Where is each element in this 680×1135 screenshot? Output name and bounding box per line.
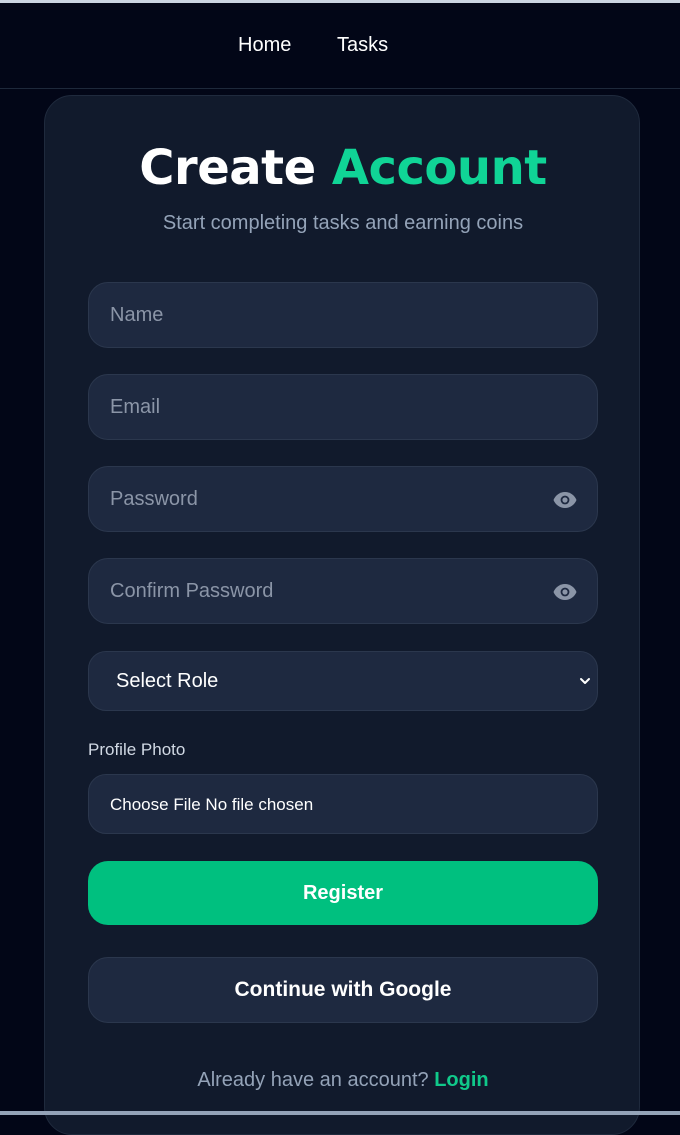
name-field-wrapper [88, 282, 598, 348]
top-navbar: Home Tasks [0, 3, 680, 89]
profile-photo-file-input[interactable]: Choose File No file chosen [88, 774, 598, 834]
login-link[interactable]: Login [434, 1069, 488, 1091]
confirm-password-input[interactable] [89, 559, 597, 623]
email-field-wrapper [88, 374, 598, 440]
register-button[interactable]: Register [88, 861, 598, 925]
register-card: Create Account Start completing tasks an… [44, 95, 640, 1135]
name-input[interactable] [89, 283, 597, 347]
profile-photo-label: Profile Photo [88, 740, 186, 759]
login-prompt: Already have an account? Login [45, 1069, 641, 1092]
title-main: Create [139, 140, 316, 196]
login-prompt-text: Already have an account? [197, 1069, 429, 1091]
page-title: Create Account [45, 140, 641, 196]
continue-with-google-button[interactable]: Continue with Google [88, 957, 598, 1023]
title-accent: Account [331, 140, 547, 196]
password-input[interactable] [89, 467, 597, 531]
confirm-password-field-wrapper [88, 558, 598, 624]
email-input[interactable] [89, 375, 597, 439]
nav-link-tasks[interactable]: Tasks [337, 34, 388, 57]
role-select[interactable]: Select Role [88, 651, 598, 711]
password-field-wrapper [88, 466, 598, 532]
page-subtitle: Start completing tasks and earning coins [162, 212, 524, 234]
eye-icon[interactable] [553, 581, 577, 603]
chevron-down-icon [580, 678, 590, 684]
eye-icon[interactable] [553, 489, 577, 511]
role-select-value: Select Role [116, 670, 219, 692]
window-bottom-edge [0, 1111, 680, 1115]
nav-link-home[interactable]: Home [238, 34, 291, 57]
file-input-text: Choose File No file chosen [110, 795, 314, 814]
